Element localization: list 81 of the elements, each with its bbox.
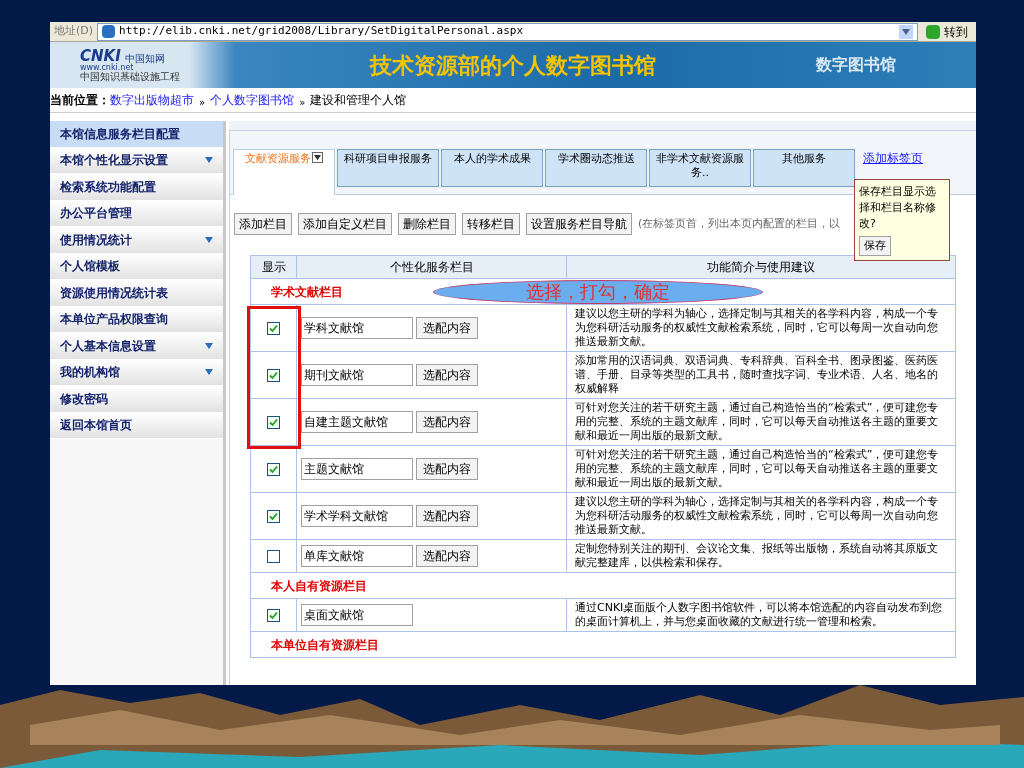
select-content-button[interactable]: 选配内容 [416, 317, 478, 339]
checkbox[interactable] [267, 321, 280, 335]
sidebar-item[interactable]: 使用情况统计 [50, 227, 223, 254]
name-field[interactable]: 单库文献馆 [301, 545, 413, 567]
expand-icon[interactable] [205, 156, 213, 165]
add-tab-link[interactable]: 添加标签页 [863, 149, 923, 167]
sidebar-item[interactable]: 我的机构馆 [50, 359, 223, 386]
expand-icon[interactable] [205, 235, 213, 244]
logo-site: www.cnki.net [80, 63, 134, 72]
description-text: 建议以您主研的学科为轴心，选择定制与其相关的各学科内容，构成一个专为您科研活动服务的权威性文献检索系统，同时，它可以每周一次自动向您推送最新文献。 [575, 307, 939, 349]
tab[interactable]: 非学术文献资源服务.. [649, 149, 751, 187]
name-field[interactable]: 桌面文献馆 [301, 604, 413, 626]
checkbox[interactable] [267, 415, 280, 429]
section-title: 本单位自有资源栏目 [271, 636, 379, 654]
checkbox[interactable] [267, 509, 280, 523]
breadcrumb-separator: » [199, 95, 206, 110]
breadcrumb-current: 建设和管理个人馆 [310, 92, 407, 109]
checkbox[interactable] [267, 462, 280, 476]
sidebar-item[interactable]: 个人基本信息设置 [50, 333, 223, 360]
address-label: 地址(D) [54, 23, 94, 40]
dropdown-button[interactable] [312, 152, 323, 163]
breadcrumb-link[interactable]: 个人数字图书馆 [210, 91, 295, 109]
checkbox[interactable] [267, 368, 280, 382]
sidebar-item[interactable]: 本馆信息服务栏目配置 [50, 121, 223, 148]
tab[interactable]: 其他服务 [753, 149, 855, 187]
name-field[interactable]: 学科文献馆 [301, 317, 413, 339]
toolbar-button[interactable]: 转移栏目 [462, 213, 520, 235]
tab[interactable]: 科研项目申报服务 [337, 149, 439, 187]
breadcrumb-link[interactable]: 数字出版物超市 [110, 91, 194, 109]
description-text: 定制您特别关注的期刊、会议论文集、报纸等出版物，系统自动将其原版文献完整建库，以供检索和保存。 [575, 542, 939, 570]
description-text: 添加常用的汉语词典、双语词典、专科辞典、百科全书、图录图鉴、医药医谱、手册、目录等类型的工具书，随时查找字词、专业术语、人名、地名的权威解释 [575, 354, 939, 396]
description-text: 通过CNKI桌面版个人数字图书馆软件，可以将本馆选配的内容自动发布到您的桌面计算机上，并与您桌面收藏的文献进行统一管理和检索。 [575, 601, 944, 629]
expand-icon[interactable] [205, 368, 213, 377]
toolbar-button[interactable]: 删除栏目 [398, 213, 456, 235]
logo-name: 中国知网 [124, 53, 165, 64]
breadcrumb-separator: » [299, 95, 306, 110]
sidebar-item[interactable]: 本单位产品权限查询 [50, 306, 223, 333]
name-field[interactable]: 学术学科文献馆 [301, 505, 413, 527]
name-field[interactable]: 自建主题文献馆 [301, 411, 413, 433]
select-content-button[interactable]: 选配内容 [416, 411, 478, 433]
popup-text: 保存栏目显示选择和栏目名称修改? [859, 184, 937, 232]
logo-mark: CNKI [80, 48, 121, 64]
sidebar-item[interactable]: 返回本馆首页 [50, 412, 223, 439]
sidebar-item[interactable]: 资源使用情况统计表 [50, 280, 223, 307]
sidebar-item[interactable]: 办公平台管理 [50, 200, 223, 227]
site-title: 技术资源部的个人数字图书馆 [370, 51, 656, 80]
select-content-button[interactable]: 选配内容 [416, 505, 478, 527]
go-button[interactable]: 转到 [922, 22, 972, 41]
toolbar-button[interactable]: 设置服务栏目导航 [526, 213, 632, 235]
tab[interactable]: 本人的学术成果 [441, 149, 543, 187]
name-field[interactable]: 期刊文献馆 [301, 364, 413, 386]
name-field[interactable]: 主题文献馆 [301, 458, 413, 480]
checkbox[interactable] [267, 608, 280, 622]
hint-text: (在标签页首，列出本页内配置的栏目，以 [638, 215, 841, 232]
url-field[interactable]: http://elib.cnki.net/grid2008/Library/SetDigitalPersonal.aspx [97, 22, 918, 41]
sidebar-item[interactable]: 个人馆模板 [50, 253, 223, 280]
url-text: http://elib.cnki.net/grid2008/Library/SetDigitalPersonal.aspx [119, 23, 525, 40]
sidebar-item[interactable]: 检索系统功能配置 [50, 174, 223, 201]
site-subtitle: 数字图书馆 [816, 54, 896, 76]
sidebar-item[interactable]: 修改密码 [50, 386, 223, 413]
select-content-button[interactable]: 选配内容 [416, 364, 478, 386]
description-text: 可针对您关注的若干研究主题，通过自己构造恰当的“检索式”，便可建您专用的完整、系统的主题文献库，同时，它可以每天自动推送各主题的重要文献和最近一周出版的最新文献。 [575, 401, 940, 443]
section-title: 本人自有资源栏目 [271, 577, 367, 595]
toolbar-button[interactable]: 添加栏目 [234, 213, 292, 235]
column-header: 个性化服务栏目 [297, 256, 567, 278]
expand-icon[interactable] [205, 341, 213, 350]
tab[interactable]: 学术圈动态推送 [545, 149, 647, 187]
toolbar-button[interactable]: 添加自定义栏目 [298, 213, 392, 235]
breadcrumb-label: 当前位置： [50, 92, 110, 109]
column-header: 显示 [251, 256, 297, 278]
checkbox[interactable] [267, 549, 280, 563]
section-title: 学术文献栏目 [271, 283, 343, 301]
select-content-button[interactable]: 选配内容 [416, 545, 478, 567]
description-text: 可针对您关注的若干研究主题，通过自己构造恰当的“检索式”，便可建您专用的完整、系统的主题文献库，同时，它可以每天自动推送各主题的重要文献和最近一周出版的最新文献。 [575, 448, 940, 490]
description-text: 建议以您主研的学科为轴心，选择定制与其相关的各学科内容，构成一个专为您科研活动服务的权威性文献检索系统，同时，它可以每周一次自动向您推送最新文献。 [575, 495, 939, 537]
column-header: 功能简介与使用建议 [706, 259, 816, 276]
sidebar-item[interactable]: 本馆个性化显示设置 [50, 147, 223, 174]
callout-cloud: 选择，打勾，确定 [433, 279, 763, 304]
save-button[interactable]: 保存 [859, 236, 891, 256]
select-content-button[interactable]: 选配内容 [416, 458, 478, 480]
logo-slogan: 中国知识基础设施工程 [80, 71, 181, 82]
